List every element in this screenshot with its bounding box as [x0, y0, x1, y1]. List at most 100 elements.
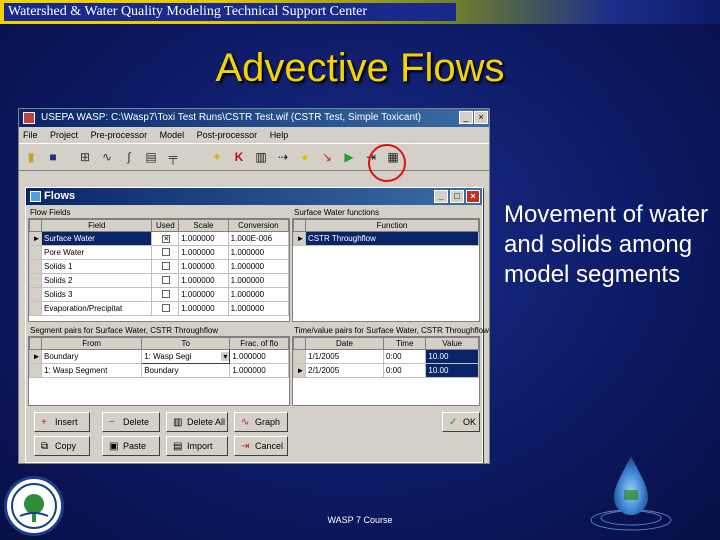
light-icon[interactable]: ●: [295, 147, 315, 167]
chart-icon[interactable]: ∿: [97, 147, 117, 167]
cancel-button[interactable]: ⇥ Cancel: [234, 436, 288, 456]
import-button[interactable]: ▤ Import: [166, 436, 228, 456]
functions-grid[interactable]: Function ► CSTR Throughflow: [292, 218, 480, 322]
time-cell[interactable]: 0:00: [382, 363, 427, 378]
menu-model[interactable]: Model: [160, 130, 185, 140]
used-cell[interactable]: [151, 259, 180, 274]
function-cell[interactable]: CSTR Throughflow: [305, 231, 479, 246]
time-pairs-grid[interactable]: Date Time Value 1/1/2005 0:00 10.00 ► 2/…: [292, 336, 480, 406]
value-cell[interactable]: 10.00: [425, 363, 479, 378]
scale-cell[interactable]: 1.000000: [178, 301, 229, 316]
delete-button[interactable]: − Delete: [102, 412, 160, 432]
close-icon[interactable]: ×: [474, 111, 488, 124]
flows-icon[interactable]: ↘: [317, 147, 337, 167]
col-to: To: [141, 337, 231, 350]
menu-file[interactable]: File: [23, 130, 38, 140]
field-cell[interactable]: Evaporation/Precipitat: [40, 301, 153, 316]
paste-icon: ▣: [109, 441, 119, 452]
checkbox[interactable]: [162, 247, 171, 256]
chevron-down-icon[interactable]: ▾: [221, 352, 229, 361]
table-row[interactable]: ► 2/1/2005 0:00 10.00: [293, 363, 479, 378]
water-drop-logo-icon: [590, 456, 672, 531]
table-row[interactable]: 1: Wasp Segment Boundary 1.000000: [29, 363, 289, 378]
scale-cell[interactable]: 1.000000: [178, 245, 229, 260]
conversion-cell[interactable]: 1.000000: [227, 273, 290, 288]
menu-project[interactable]: Project: [50, 130, 78, 140]
table-icon[interactable]: ▤: [141, 147, 161, 167]
segment-pairs-grid[interactable]: From To Frac. of flo ► Boundary 1: Wasp …: [28, 336, 290, 406]
date-cell[interactable]: 1/1/2005: [305, 349, 384, 364]
graph-icon[interactable]: ⊞: [75, 147, 95, 167]
used-cell[interactable]: [151, 245, 180, 260]
open-icon[interactable]: ▮: [21, 147, 41, 167]
to-dropdown[interactable]: 1: Wasp Segi ▾: [141, 349, 231, 364]
k-icon[interactable]: K: [229, 147, 249, 167]
insert-button[interactable]: + Insert: [34, 412, 90, 432]
table-row[interactable]: ► Surface Water ✕ 1.000000 1.000E-006: [29, 231, 290, 246]
col-value: Value: [425, 337, 479, 350]
conversion-cell[interactable]: 1.000000: [227, 301, 290, 316]
table-row[interactable]: ► Boundary 1: Wasp Segi ▾ 1.000000: [29, 349, 289, 364]
to-cell[interactable]: Boundary: [141, 363, 231, 378]
boundary-icon[interactable]: ▥: [251, 147, 271, 167]
col-used: Used: [151, 219, 180, 232]
minimize-icon[interactable]: _: [434, 190, 448, 203]
table-row[interactable]: Pore Water 1.000000 1.000000: [29, 245, 290, 260]
plot-icon[interactable]: ╤: [163, 147, 183, 167]
conversion-cell[interactable]: 1.000000: [227, 287, 290, 302]
used-cell[interactable]: [151, 287, 180, 302]
table-row[interactable]: Solids 1 1.000000 1.000000: [29, 259, 290, 274]
scale-cell[interactable]: 1.000000: [178, 259, 229, 274]
time-cell[interactable]: 0:00: [382, 349, 427, 364]
checkbox-checked[interactable]: ✕: [162, 235, 171, 243]
table-row[interactable]: 1/1/2005 0:00 10.00: [293, 349, 479, 364]
maximize-icon[interactable]: □: [450, 190, 464, 203]
value-cell[interactable]: 10.00: [425, 349, 479, 364]
field-cell[interactable]: Solids 2: [40, 273, 153, 288]
table-row[interactable]: Solids 2 1.000000 1.000000: [29, 273, 290, 288]
delete-all-button[interactable]: ▥ Delete All: [166, 412, 228, 432]
scale-cell[interactable]: 1.000000: [178, 273, 229, 288]
menu-preprocessor[interactable]: Pre-processor: [91, 130, 148, 140]
flow-fields-grid[interactable]: Field Used Scale Conversion ► Surface Wa…: [28, 218, 290, 322]
field-cell[interactable]: Solids 1: [40, 259, 153, 274]
conversion-cell[interactable]: 1.000000: [227, 245, 290, 260]
pointer-icon[interactable]: ⇢: [273, 147, 293, 167]
frac-cell[interactable]: 1.000000: [229, 363, 289, 378]
scale-cell[interactable]: 1.000000: [178, 231, 229, 246]
row-pointer-icon: ►: [29, 349, 42, 364]
conversion-cell[interactable]: 1.000E-006: [227, 231, 290, 246]
scale-cell[interactable]: 1.000000: [178, 287, 229, 302]
frac-cell[interactable]: 1.000000: [229, 349, 289, 364]
field-cell[interactable]: Solids 3: [40, 287, 153, 302]
save-icon[interactable]: ■: [43, 147, 63, 167]
field-cell[interactable]: Surface Water: [40, 231, 153, 246]
table-row[interactable]: ► CSTR Throughflow: [293, 231, 479, 246]
col-scale: Scale: [178, 219, 229, 232]
from-cell[interactable]: 1: Wasp Segment: [40, 363, 143, 378]
graph-button[interactable]: ∿ Graph: [234, 412, 288, 432]
ok-button[interactable]: ✓ OK: [442, 412, 480, 432]
used-cell[interactable]: [151, 273, 180, 288]
field-cell[interactable]: Pore Water: [40, 245, 153, 260]
copy-button[interactable]: ⧉ Copy: [34, 436, 90, 456]
minimize-icon[interactable]: _: [459, 111, 473, 124]
menu-help[interactable]: Help: [270, 130, 289, 140]
close-icon[interactable]: ×: [466, 190, 480, 203]
function-icon[interactable]: ∫: [119, 147, 139, 167]
used-cell[interactable]: [151, 301, 180, 316]
kinetics-icon[interactable]: ✦: [207, 147, 227, 167]
checkbox[interactable]: [162, 261, 171, 270]
checkbox[interactable]: [162, 275, 171, 284]
table-row[interactable]: Evaporation/Precipitat 1.000000 1.000000: [29, 301, 290, 316]
checkbox[interactable]: [162, 289, 171, 298]
date-cell[interactable]: 2/1/2005: [305, 363, 384, 378]
menu-postprocessor[interactable]: Post-processor: [197, 130, 258, 140]
conversion-cell[interactable]: 1.000000: [227, 259, 290, 274]
checkbox[interactable]: [162, 303, 171, 312]
table-row[interactable]: Solids 3 1.000000 1.000000: [29, 287, 290, 302]
paste-button[interactable]: ▣ Paste: [102, 436, 160, 456]
run-icon[interactable]: ▶: [339, 147, 359, 167]
from-cell[interactable]: Boundary: [40, 349, 143, 364]
used-cell[interactable]: ✕: [151, 231, 180, 246]
